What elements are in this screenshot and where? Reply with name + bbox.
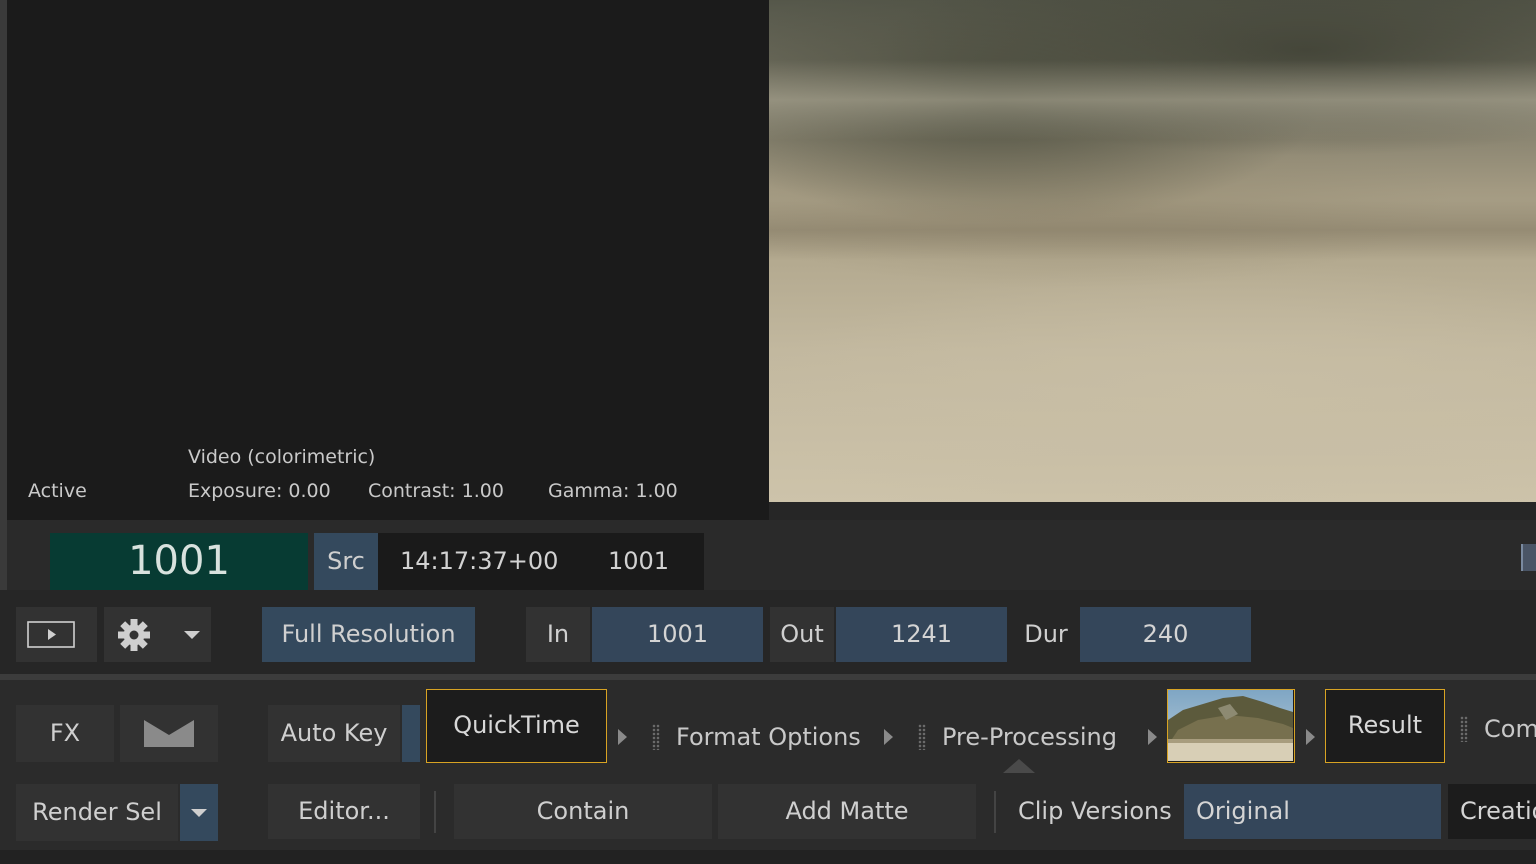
drag-handle-icon[interactable] <box>652 724 660 750</box>
toolbar-separator <box>994 791 996 833</box>
out-point-button[interactable]: Out <box>770 607 834 662</box>
toolbar-separator <box>434 791 436 833</box>
source-timecode: 14:17:37+00 <box>400 547 559 575</box>
auto-key-indicator[interactable] <box>402 705 420 762</box>
gear-icon <box>118 619 150 651</box>
pre-processing-node[interactable]: Pre-Processing <box>942 722 1117 752</box>
status-label: Active <box>28 480 87 502</box>
exposure-label: Exposure: 0.00 <box>188 480 331 502</box>
chevron-down-icon <box>191 809 207 817</box>
play-button[interactable] <box>16 607 97 662</box>
viewer-image-band <box>769 60 1536 140</box>
pipeline-arrow-icon <box>618 729 627 745</box>
out-point-field[interactable]: 1241 <box>836 607 1007 662</box>
pipeline-arrow-icon <box>1148 729 1157 745</box>
source-frame: 1001 <box>608 547 670 575</box>
gamma-label: Gamma: 1.00 <box>548 480 678 502</box>
resolution-button[interactable]: Full Resolution <box>262 607 475 662</box>
in-point-field[interactable]: 1001 <box>592 607 763 662</box>
render-selected-button[interactable]: Render Sel <box>16 784 178 841</box>
matte-button[interactable] <box>120 705 218 762</box>
chevron-down-icon[interactable] <box>178 607 208 662</box>
quicktime-node[interactable]: QuickTime <box>426 689 607 763</box>
drag-handle-icon[interactable] <box>918 724 926 750</box>
play-icon <box>27 621 75 648</box>
duration-field[interactable]: 240 <box>1080 607 1251 662</box>
left-edge-strip <box>0 0 7 590</box>
creation-button[interactable]: Creatio <box>1448 784 1536 839</box>
result-node[interactable]: Result <box>1325 689 1445 763</box>
auto-key-button[interactable]: Auto Key <box>268 705 400 762</box>
duration-label: Dur <box>1024 620 1068 648</box>
add-matte-button[interactable]: Add Matte <box>718 784 976 839</box>
viewer-info-panel <box>7 0 769 520</box>
bowtie-matte-icon <box>144 720 194 747</box>
drag-handle-icon[interactable] <box>1460 716 1468 742</box>
format-options-node[interactable]: Format Options <box>676 722 861 752</box>
render-options-dropdown[interactable] <box>180 784 218 841</box>
contain-button[interactable]: Contain <box>454 784 712 839</box>
contrast-label: Contrast: 1.00 <box>368 480 504 502</box>
app-window: Video (colorimetric) Active Exposure: 0.… <box>0 0 1536 864</box>
fx-button[interactable]: FX <box>16 705 114 762</box>
caret-up-icon <box>1003 759 1035 773</box>
bottom-edge-strip <box>0 850 1536 864</box>
image-viewer[interactable] <box>769 0 1536 502</box>
current-frame-display[interactable]: 1001 <box>50 533 308 590</box>
editor-button[interactable]: Editor... <box>268 784 420 839</box>
comp-node[interactable]: Comp <box>1484 714 1536 744</box>
clip-thumbnail[interactable] <box>1167 689 1295 763</box>
pipeline-arrow-icon <box>1306 729 1315 745</box>
src-toggle[interactable]: Src <box>314 533 378 590</box>
control-bar <box>0 590 1536 674</box>
viewer-image-band <box>769 200 1536 260</box>
settings-button[interactable] <box>104 607 211 662</box>
clip-versions-label: Clip Versions <box>1018 797 1172 825</box>
in-point-button[interactable]: In <box>526 607 590 662</box>
pipeline-arrow-icon <box>884 729 893 745</box>
clip-version-select[interactable]: Original <box>1184 784 1441 839</box>
timeline-marker[interactable] <box>1521 544 1536 571</box>
colorspace-label: Video (colorimetric) <box>188 446 376 468</box>
landscape-thumbnail-image <box>1168 690 1293 761</box>
